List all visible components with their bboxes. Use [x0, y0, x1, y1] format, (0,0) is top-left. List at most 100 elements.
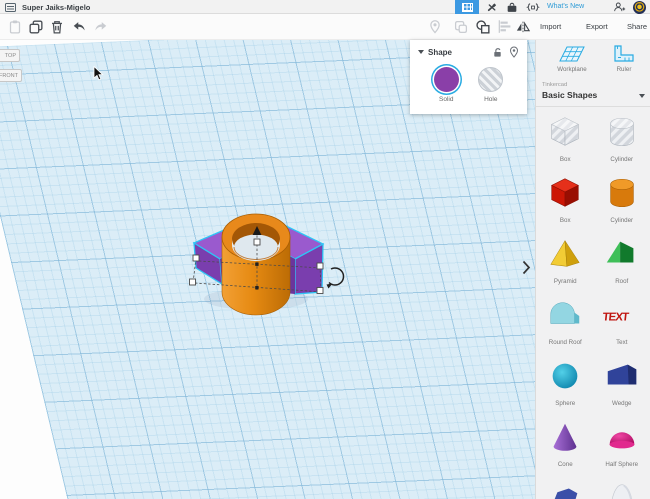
copy-icon[interactable]: [27, 18, 45, 36]
workplane-label: Workplane: [557, 66, 587, 73]
tinkercad-app: Super Jaiks-Migelo What's New Import Exp…: [0, 0, 650, 499]
whats-new-link[interactable]: What's New: [547, 3, 584, 10]
tools-icon[interactable]: [484, 1, 500, 14]
shape-tile-label: Cylinder: [610, 217, 634, 224]
roof-icon: [603, 235, 641, 278]
undo-icon[interactable]: [70, 18, 88, 36]
pin-icon[interactable]: [509, 46, 519, 58]
shape-tile-label: Pyramid: [553, 278, 577, 285]
sidebar-divider: [536, 106, 650, 107]
briefcase-icon[interactable]: [504, 1, 520, 14]
ruler-tool[interactable]: Ruler: [598, 44, 650, 73]
shape-tile-paraboloid[interactable]: [594, 476, 650, 499]
lock-icon[interactable]: [492, 47, 503, 58]
user-avatar[interactable]: [633, 0, 646, 14]
codeblocks-icon[interactable]: [523, 1, 543, 14]
round-roof-icon: [546, 296, 584, 339]
editor-3d-tab-button[interactable]: [455, 0, 479, 14]
shape-tile-roof[interactable]: Roof: [594, 232, 650, 293]
scale-handle-right[interactable]: [316, 262, 324, 270]
pyramid-icon: [546, 235, 584, 278]
document-title[interactable]: Super Jaiks-Migelo: [22, 3, 90, 12]
import-button[interactable]: Import: [540, 22, 561, 31]
mid-dot-handle: [255, 262, 259, 266]
paste-icon[interactable]: [6, 18, 24, 36]
add-user-icon[interactable]: [611, 1, 627, 14]
polygon-icon: [546, 479, 584, 499]
shape-tile-label: Round Roof: [548, 339, 582, 346]
shape-panel-title: Shape: [428, 47, 453, 57]
cylinder-icon: [603, 174, 641, 217]
scale-handle-bottom-right[interactable]: [316, 287, 324, 294]
shape-tile-text[interactable]: TEXT Text: [594, 293, 650, 354]
box-hole-icon: [546, 113, 584, 156]
shape-tile-round-roof[interactable]: Round Roof: [537, 293, 594, 354]
text-icon: TEXT: [602, 296, 641, 339]
shape-tile-cylinder[interactable]: Cylinder: [594, 171, 650, 232]
collapse-sidebar-chevron[interactable]: [522, 260, 531, 275]
shape-tile-label: Roof: [615, 278, 629, 285]
ruler-icon: [614, 45, 634, 62]
grid-icon: [461, 2, 473, 12]
viewcube-top[interactable]: TOP: [0, 49, 20, 62]
shape-tile-label: Text: [616, 339, 628, 346]
solid-label: Solid: [439, 96, 454, 103]
share-button[interactable]: Share: [627, 22, 647, 31]
box-icon: [546, 174, 584, 217]
paraboloid-icon: [603, 479, 641, 499]
selected-object[interactable]: [160, 195, 350, 320]
workplane-icon: [559, 46, 585, 62]
shape-tile-cylinder-hole[interactable]: Cylinder: [594, 110, 650, 171]
scale-handle-left[interactable]: [192, 254, 200, 262]
align-icon[interactable]: [496, 18, 514, 36]
bottom-dot-handle: [255, 286, 259, 290]
shape-tile-label: Cone: [557, 461, 573, 468]
shape-tile-label: Wedge: [612, 400, 632, 407]
shape-tile-label: Cylinder: [610, 156, 634, 163]
solid-color-circle: [433, 67, 459, 92]
viewcube-front[interactable]: FRONT: [0, 69, 22, 82]
workplane-tool[interactable]: Workplane: [546, 44, 598, 73]
hole-label: Hole: [484, 96, 498, 103]
hole-pattern-circle: [478, 67, 504, 92]
delete-icon[interactable]: [48, 18, 66, 36]
redo-icon[interactable]: [92, 18, 110, 36]
wedge-icon: [603, 357, 641, 400]
shape-inspector-panel: Shape Solid Hole: [410, 40, 527, 114]
group-icon[interactable]: [452, 18, 470, 36]
shape-category-dropdown[interactable]: Basic Shapes: [542, 90, 597, 100]
main-menu-icon[interactable]: [5, 2, 16, 12]
shape-tile-label: Sphere: [555, 400, 576, 407]
shape-tile-box[interactable]: Box: [537, 171, 594, 232]
shape-tile-box-hole[interactable]: Box: [537, 110, 594, 171]
shape-tile-pyramid[interactable]: Pyramid: [537, 232, 594, 293]
export-button[interactable]: Export: [586, 22, 608, 31]
shape-tile-cone[interactable]: Cone: [537, 415, 594, 476]
shape-tile-wedge[interactable]: Wedge: [594, 354, 650, 415]
mirror-icon[interactable]: [514, 18, 532, 36]
collapse-caret-icon[interactable]: [418, 50, 424, 54]
title-bar: Super Jaiks-Migelo What's New: [0, 0, 650, 14]
shape-tile-label: Box: [559, 156, 571, 163]
shape-tile-label: Box: [559, 217, 571, 224]
shape-tile-sphere[interactable]: Sphere: [537, 354, 594, 415]
shape-tile-half-sphere[interactable]: Half Sphere: [594, 415, 650, 476]
hole-swatch[interactable]: Hole: [478, 67, 504, 103]
shape-tile-label: Half Sphere: [605, 461, 639, 468]
shape-tile-polygon[interactable]: [537, 476, 594, 499]
top-center-handle[interactable]: [253, 238, 261, 246]
solid-swatch[interactable]: Solid: [433, 67, 459, 103]
cylinder-hole-icon: [603, 113, 641, 156]
dropdown-caret-icon[interactable]: [639, 94, 645, 98]
scale-handle-bottom-left[interactable]: [189, 278, 196, 286]
ungroup-icon[interactable]: [474, 18, 492, 36]
workplane-pin-icon[interactable]: [426, 18, 444, 36]
sphere-icon: [546, 357, 584, 400]
mouse-cursor: [93, 66, 104, 81]
rotate-handle[interactable]: [326, 267, 345, 289]
ruler-label: Ruler: [616, 66, 632, 73]
half-sphere-icon: [603, 418, 641, 461]
cone-icon: [546, 418, 584, 461]
library-brand: Tinkercad: [542, 82, 568, 88]
shapes-sidebar: Workplane Ruler Tinkercad Basic Shapes B…: [535, 40, 650, 499]
